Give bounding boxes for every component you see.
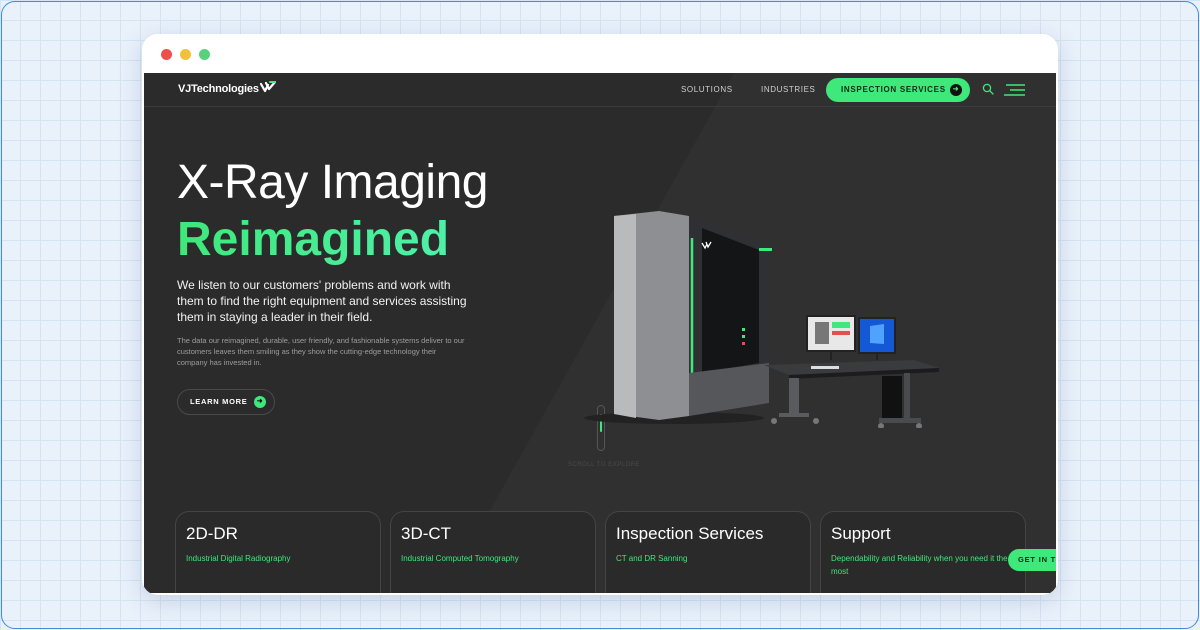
xray-machine-image	[584, 211, 939, 428]
inspection-services-button[interactable]: INSPECTION SERVICES ➜	[826, 78, 970, 102]
hero-title-accent: Reimagined	[177, 213, 450, 266]
hero-body-text: The data our reimagined, durable, user f…	[177, 336, 465, 367]
card-title: Inspection Services	[616, 524, 764, 543]
close-window-button[interactable]	[161, 49, 172, 60]
card-support[interactable]: Support Dependability and Reliability wh…	[820, 511, 1026, 593]
card-3d-ct[interactable]: 3D-CT Industrial Computed Tomography	[390, 511, 596, 593]
arrow-right-icon: ➜	[950, 84, 962, 96]
search-icon[interactable]	[982, 83, 994, 95]
browser-window: VJTechnologies SOLUTIONS INDUSTRIES INSP…	[142, 34, 1058, 595]
get-in-touch-button[interactable]: GET IN T	[1008, 549, 1056, 571]
card-title: 2D-DR	[186, 524, 238, 543]
maximize-window-button[interactable]	[199, 49, 210, 60]
website-viewport: VJTechnologies SOLUTIONS INDUSTRIES INSP…	[144, 73, 1056, 593]
card-subtitle: Industrial Digital Radiography	[186, 554, 291, 563]
vj-check-logo-icon	[260, 81, 276, 93]
top-navigation: VJTechnologies SOLUTIONS INDUSTRIES INSP…	[144, 73, 1056, 107]
card-subtitle: Industrial Computed Tomography	[401, 554, 519, 563]
learn-more-button[interactable]: LEARN MORE ➜	[177, 389, 275, 415]
card-title: 3D-CT	[401, 524, 452, 543]
site-logo[interactable]: VJTechnologies	[178, 83, 259, 95]
nav-link-industries[interactable]: INDUSTRIES	[761, 85, 815, 94]
nav-link-solutions[interactable]: SOLUTIONS	[681, 85, 733, 94]
hero-lead-text: We listen to our customers' problems and…	[177, 278, 467, 324]
minimize-window-button[interactable]	[180, 49, 191, 60]
hero-title: X-Ray Imaging	[177, 156, 488, 209]
card-subtitle: CT and DR Sanning	[616, 554, 688, 563]
card-subtitle: Dependability and Reliability when you n…	[831, 554, 1008, 576]
hamburger-menu-icon[interactable]	[1004, 84, 1026, 96]
card-2d-dr[interactable]: 2D-DR Industrial Digital Radiography	[175, 511, 381, 593]
scroll-to-explore-label: SCROLL TO EXPLORE	[567, 462, 641, 468]
browser-chrome	[142, 34, 1058, 73]
card-inspection-services[interactable]: Inspection Services CT and DR Sanning	[605, 511, 811, 593]
inspection-services-label: INSPECTION SERVICES	[841, 85, 946, 94]
learn-more-label: LEARN MORE	[190, 397, 248, 406]
arrow-right-icon: ➜	[254, 396, 266, 408]
card-title: Support	[831, 524, 891, 543]
